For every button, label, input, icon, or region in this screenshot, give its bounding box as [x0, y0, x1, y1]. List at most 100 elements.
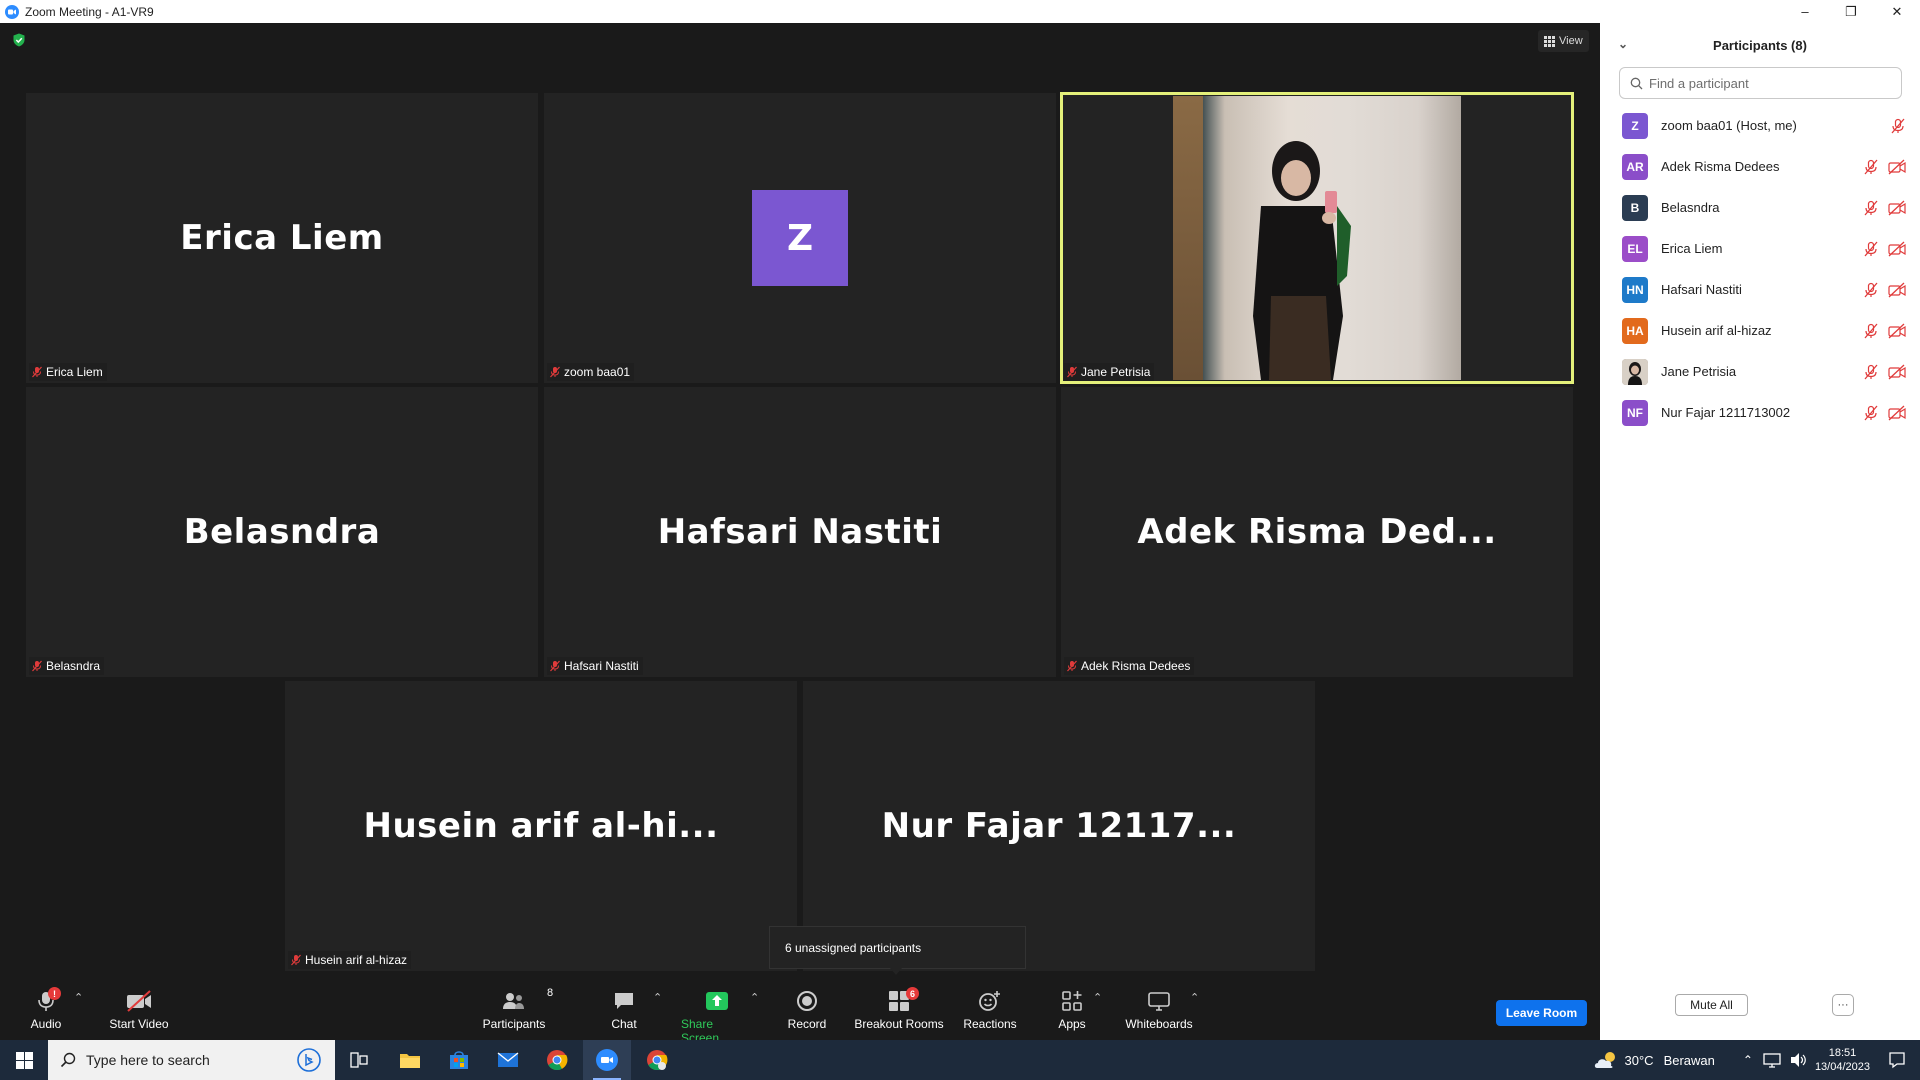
- avatar: HN: [1622, 276, 1648, 303]
- mute-all-button[interactable]: Mute All: [1675, 994, 1748, 1016]
- video-tile-husein-arif-al-hizaz[interactable]: Husein arif al-hi... Husein arif al-hiza…: [285, 681, 797, 971]
- muted-mic-icon[interactable]: [1863, 323, 1879, 339]
- muted-mic-icon[interactable]: [1863, 241, 1879, 257]
- chat-button[interactable]: Chat: [606, 989, 642, 1031]
- share-screen-button[interactable]: Share Screen: [681, 989, 753, 1045]
- security-shield-icon[interactable]: [12, 33, 26, 47]
- participant-row[interactable]: B Belasndra: [1600, 187, 1920, 228]
- share-screen-icon: [706, 992, 728, 1010]
- clock-time: 18:51: [1828, 1047, 1857, 1059]
- video-tile-adek-risma-dedees[interactable]: Adek Risma Ded... Adek Risma Dedees: [1061, 387, 1573, 677]
- participant-row[interactable]: Z zoom baa01 (Host, me): [1600, 105, 1920, 146]
- windows-taskbar: Type here to search 30°C Berawan ⌃ 18:51…: [0, 1040, 1920, 1080]
- zoom-logo-icon: [5, 4, 19, 19]
- participant-row[interactable]: NF Nur Fajar 1211713002: [1600, 392, 1920, 433]
- window-title: Zoom Meeting - A1-VR9: [25, 4, 154, 19]
- volume-icon[interactable]: [1789, 1052, 1807, 1068]
- start-button[interactable]: [0, 1040, 48, 1080]
- muted-mic-icon: [1067, 660, 1077, 672]
- leave-room-button[interactable]: Leave Room: [1496, 1000, 1587, 1026]
- muted-mic-icon: [550, 366, 560, 378]
- participant-list: Z zoom baa01 (Host, me) AR Adek Risma De…: [1600, 105, 1920, 433]
- video-off-icon[interactable]: [1888, 323, 1906, 339]
- participant-row[interactable]: Jane Petrisia: [1600, 351, 1920, 392]
- meeting-area: View Erica Liem Erica Liem Z zoom baa01: [0, 23, 1600, 1040]
- tray-expand-icon[interactable]: ⌃: [1743, 1053, 1753, 1067]
- tile-name: Belasndra: [183, 512, 381, 552]
- tile-label: Adek Risma Dedees: [1064, 657, 1195, 675]
- video-tile-belasndra[interactable]: Belasndra Belasndra: [26, 387, 538, 677]
- restore-button[interactable]: ❐: [1828, 0, 1874, 23]
- task-view-icon: [350, 1052, 368, 1068]
- audio-options-caret[interactable]: ⌃: [74, 991, 83, 1004]
- mail-button[interactable]: [484, 1040, 532, 1080]
- start-video-button[interactable]: Start Video: [108, 989, 170, 1031]
- network-icon[interactable]: [1763, 1052, 1781, 1068]
- record-button[interactable]: Record: [786, 989, 828, 1031]
- zoom-app-button[interactable]: [583, 1040, 631, 1080]
- collapse-chevron-icon[interactable]: ⌄: [1618, 37, 1628, 51]
- muted-mic-icon[interactable]: [1863, 364, 1879, 380]
- close-button[interactable]: ✕: [1874, 0, 1920, 23]
- chrome-profile-button[interactable]: [633, 1040, 681, 1080]
- participant-row[interactable]: EL Erica Liem: [1600, 228, 1920, 269]
- tile-label: Erica Liem: [29, 363, 107, 381]
- view-button[interactable]: View: [1538, 30, 1589, 52]
- share-options-caret[interactable]: ⌃: [750, 991, 759, 1004]
- video-tile-zoom-baa01[interactable]: Z zoom baa01: [544, 93, 1056, 383]
- muted-mic-icon: [1067, 366, 1077, 378]
- video-background: [1173, 96, 1203, 380]
- reactions-icon: [979, 991, 1000, 1011]
- chrome-button[interactable]: [533, 1040, 581, 1080]
- muted-mic-icon[interactable]: [1863, 159, 1879, 175]
- avatar: Z: [752, 190, 848, 286]
- apps-options-caret[interactable]: ⌃: [1093, 991, 1102, 1004]
- video-off-icon[interactable]: [1888, 200, 1906, 216]
- audio-button[interactable]: ! Audio: [28, 987, 64, 1031]
- search-input[interactable]: [1649, 75, 1889, 91]
- reactions-button[interactable]: Reactions: [963, 989, 1017, 1031]
- video-off-icon[interactable]: [1888, 241, 1906, 257]
- window-titlebar: Zoom Meeting - A1-VR9 – ❐ ✕: [0, 0, 1920, 23]
- video-off-icon[interactable]: [1888, 282, 1906, 298]
- video-tile-erica-liem[interactable]: Erica Liem Erica Liem: [26, 93, 538, 383]
- minimize-button[interactable]: –: [1782, 0, 1828, 23]
- chrome-icon: [647, 1050, 668, 1071]
- participant-name: Jane Petrisia: [1661, 364, 1737, 379]
- whiteboards-button[interactable]: Whiteboards: [1125, 989, 1193, 1031]
- whiteboard-options-caret[interactable]: ⌃: [1190, 991, 1199, 1004]
- taskbar-search[interactable]: Type here to search: [48, 1040, 335, 1080]
- participant-row[interactable]: HA Husein arif al-hizaz: [1600, 310, 1920, 351]
- video-tile-jane-petrisia[interactable]: Jane Petrisia: [1060, 92, 1574, 384]
- profile-photo: [1622, 358, 1648, 385]
- panel-title: Participants (8): [1713, 37, 1807, 53]
- breakout-rooms-button[interactable]: 6 Breakout Rooms: [854, 987, 944, 1031]
- muted-mic-icon[interactable]: [1890, 118, 1906, 134]
- weather-cloud-icon[interactable]: [1593, 1050, 1619, 1070]
- participant-row[interactable]: AR Adek Risma Dedees: [1600, 146, 1920, 187]
- chat-options-caret[interactable]: ⌃: [653, 991, 662, 1004]
- apps-button[interactable]: Apps: [1056, 989, 1088, 1031]
- tile-label: Jane Petrisia: [1064, 363, 1155, 381]
- task-view-button[interactable]: [335, 1040, 383, 1080]
- video-off-icon[interactable]: [1888, 405, 1906, 421]
- record-icon: [797, 991, 817, 1011]
- participant-row[interactable]: HN Hafsari Nastiti: [1600, 269, 1920, 310]
- muted-mic-icon[interactable]: [1863, 200, 1879, 216]
- video-tile-hafsari-nastiti[interactable]: Hafsari Nastiti Hafsari Nastiti: [544, 387, 1056, 677]
- avatar: [1622, 358, 1648, 385]
- muted-mic-icon[interactable]: [1863, 405, 1879, 421]
- video-off-icon[interactable]: [1888, 364, 1906, 380]
- file-explorer-button[interactable]: [386, 1040, 434, 1080]
- microsoft-store-button[interactable]: [435, 1040, 483, 1080]
- notifications-icon[interactable]: [1888, 1051, 1906, 1069]
- more-options-button[interactable]: ···: [1832, 994, 1854, 1016]
- breakout-count-badge: 6: [906, 987, 919, 1000]
- system-tray: 30°C Berawan ⌃ 18:51 13/04/2023: [1593, 1040, 1920, 1080]
- clock[interactable]: 18:51 13/04/2023: [1815, 1046, 1870, 1074]
- participant-search[interactable]: [1619, 67, 1902, 99]
- video-off-icon[interactable]: [1888, 159, 1906, 175]
- participants-button[interactable]: 8 Participants: [482, 987, 553, 1031]
- muted-mic-icon[interactable]: [1863, 282, 1879, 298]
- apps-icon: [1062, 991, 1082, 1011]
